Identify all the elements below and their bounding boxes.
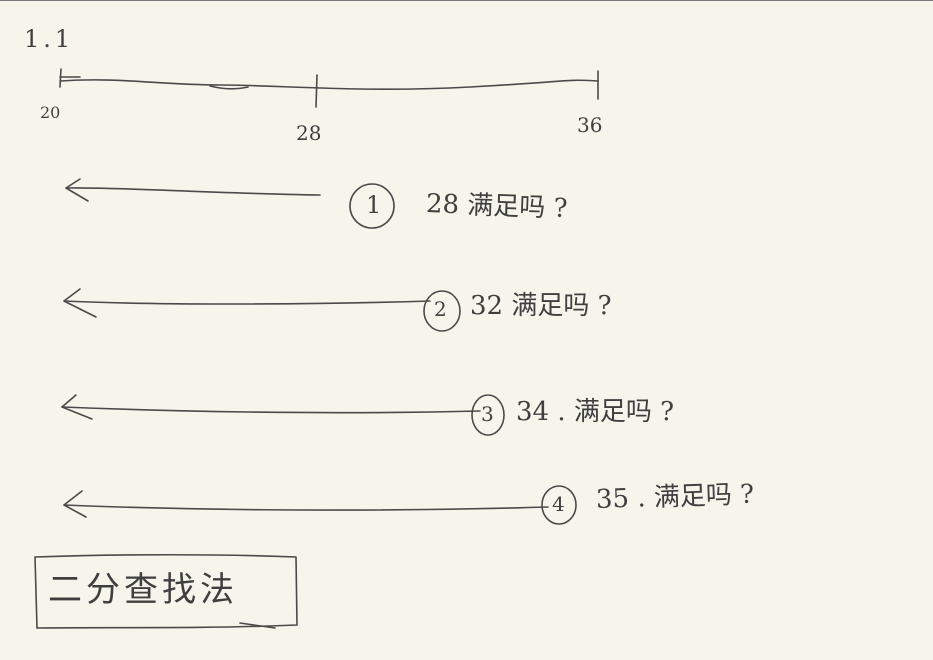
step-text-1: 28 满足吗 ? (425, 189, 568, 224)
boxed-note-text: 二分查找法 (48, 570, 238, 610)
step-marker-1: 1 (366, 191, 382, 219)
number-line-scribble (209, 85, 249, 90)
number-line-axis (59, 79, 599, 91)
number-line-mid-value: 28 (296, 121, 322, 145)
number-line-mid-tick (315, 74, 318, 108)
step-text-2: 32 满足吗 ? (470, 291, 612, 321)
number-line (59, 68, 599, 108)
step-arrow-2 (63, 288, 461, 332)
step-marker-3: 3 (481, 402, 494, 426)
step-marker-4: 4 (552, 492, 565, 516)
number-line-left-value: 20 (40, 103, 61, 122)
number-line-right-value: 36 (577, 113, 603, 137)
section-label: 1.1 (24, 25, 75, 53)
ink-layer (34, 68, 599, 629)
step-arrow-3 (61, 394, 505, 436)
whiteboard-canvas: 1.1 20 28 36 1 2 3 4 28 满足吗 ? 32 满足吗 ? 3… (0, 0, 933, 660)
step-arrow-4 (63, 485, 577, 525)
step-marker-2: 2 (434, 297, 447, 321)
step-text-4: 35 . 满足吗 ? (595, 479, 755, 515)
step-arrow-1 (65, 178, 395, 229)
number-line-left-tick (59, 68, 81, 88)
step-text-3: 34 . 满足吗 ? (516, 397, 675, 427)
